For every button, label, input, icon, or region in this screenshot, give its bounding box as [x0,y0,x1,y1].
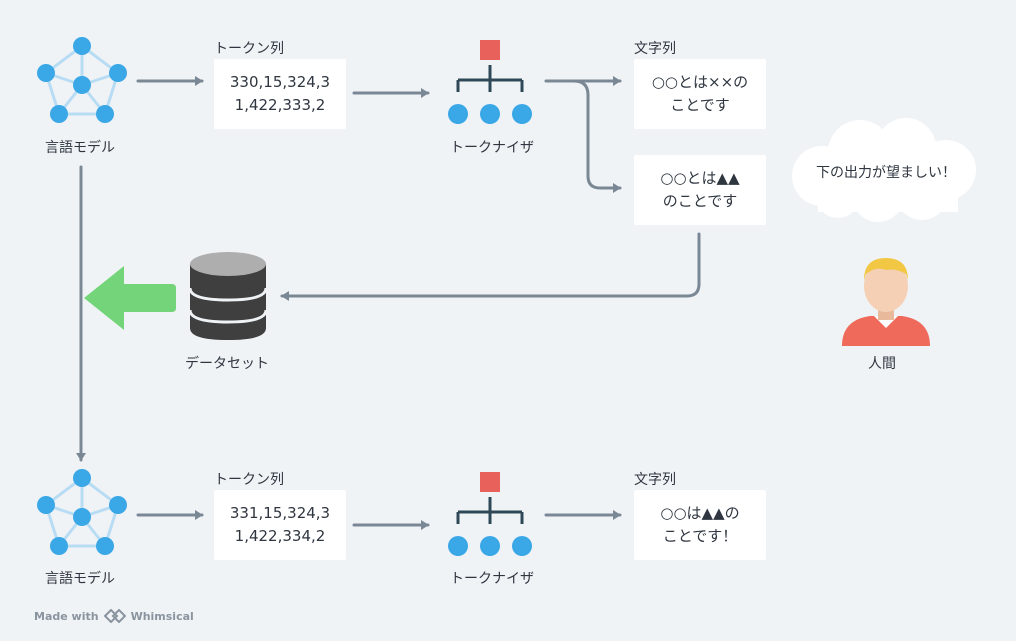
tokenizer-label-2: トークナイザ [450,571,534,587]
made-with-badge[interactable]: Made with Whimsical [34,609,194,623]
arrow-tokenizer-to-output2 [572,79,622,193]
dataset-label: データセット [185,356,269,372]
language-model-icon [37,37,127,123]
tokens-box-2: 331,15,324,3 1,422,334,2 [214,490,346,560]
strings-label: 文字列 [634,41,676,57]
made-with-text: Made with [34,609,99,623]
person-icon [842,258,930,346]
language-model-icon-2 [37,469,127,555]
thought-text: 下の出力が望ましい！ [816,165,956,181]
database-icon [188,252,268,340]
tokens-label-2: トークン列 [214,472,284,488]
output-box-2: ○○とは▲▲ のことです [634,155,766,225]
whimsical-logo-icon [103,609,126,623]
brand-text: Whimsical [130,609,194,623]
tokens-label: トークン列 [214,41,284,57]
green-arrow-icon [84,266,176,330]
tokens-box: 330,15,324,3 1,422,333,2 [214,59,346,129]
model-label: 言語モデル [45,140,115,156]
output-box-1: ○○とは××の ことです [634,59,766,129]
output-box-3: ○○は▲▲の ことです！ [634,490,766,560]
tokenizer-icon [448,40,532,124]
strings-label-2: 文字列 [634,472,676,488]
tokenizer-label: トークナイザ [450,140,534,156]
tokenizer-icon-2 [448,472,532,556]
human-label: 人間 [868,356,896,372]
model-label-2: 言語モデル [45,571,115,587]
arrow-output2-to-dataset [280,232,701,301]
